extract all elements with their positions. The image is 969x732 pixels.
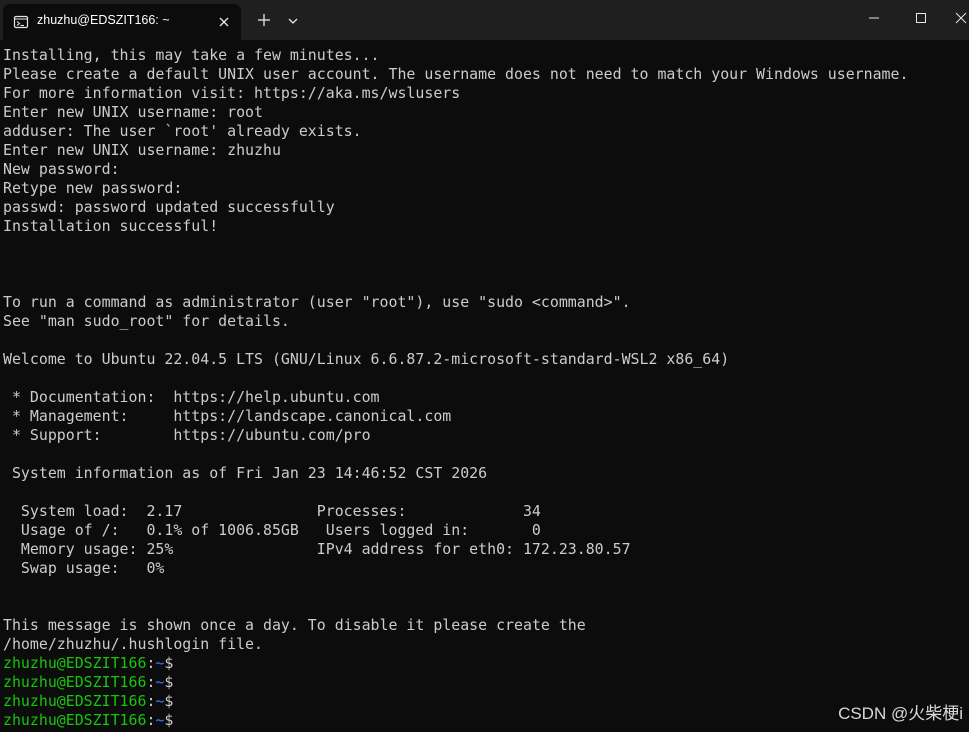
terminal-line: Swap usage: 0% [3, 559, 165, 577]
terminal-line: * Management: https://landscape.canonica… [3, 407, 452, 425]
prompt-user: zhuzhu@EDSZIT166 [3, 692, 147, 710]
terminal-line: Installing, this may take a few minutes.… [3, 46, 380, 64]
close-icon [955, 12, 967, 24]
terminal-icon [13, 15, 29, 29]
prompt-user: zhuzhu@EDSZIT166 [3, 673, 147, 691]
prompt-user: zhuzhu@EDSZIT166 [3, 711, 147, 729]
terminal-line: System load: 2.17 Processes: 34 [3, 502, 541, 520]
prompt-sign: $ [164, 711, 174, 729]
prompt-sign: $ [164, 673, 174, 691]
maximize-button[interactable] [898, 0, 944, 36]
terminal-line: Enter new UNIX username: root [3, 103, 263, 121]
terminal-line: New password: [3, 160, 120, 178]
shell-prompt: zhuzhu@EDSZIT166:~$ [3, 673, 173, 692]
terminal-line: Installation successful! [3, 217, 219, 235]
terminal-line: Please create a default UNIX user accoun… [3, 65, 909, 83]
close-icon[interactable] [216, 14, 232, 30]
terminal-line: Welcome to Ubuntu 22.04.5 LTS (GNU/Linux… [3, 350, 730, 368]
terminal-line: Enter new UNIX username: zhuzhu [3, 141, 281, 159]
shell-prompt: zhuzhu@EDSZIT166:~$ [3, 692, 173, 711]
minimize-icon [869, 17, 879, 19]
minimize-button[interactable] [851, 0, 897, 36]
title-bar: zhuzhu@EDSZIT166: ~ [0, 0, 969, 40]
prompt-sign: $ [164, 692, 174, 710]
terminal-line: passwd: password updated successfully [3, 198, 335, 216]
terminal-line: To run a command as administrator (user … [3, 293, 631, 311]
terminal-line: /home/zhuzhu/.hushlogin file. [3, 635, 263, 653]
maximize-icon [916, 13, 926, 23]
terminal-line: Usage of /: 0.1% of 1006.85GB Users logg… [3, 521, 541, 539]
terminal-line: See "man sudo_root" for details. [3, 312, 290, 330]
terminal-line: For more information visit: https://aka.… [3, 84, 461, 102]
terminal-window: zhuzhu@EDSZIT166: ~ Installing, this may… [0, 0, 969, 732]
tab-title: zhuzhu@EDSZIT166: ~ [37, 13, 170, 27]
tab-active[interactable]: zhuzhu@EDSZIT166: ~ [3, 4, 241, 40]
terminal-line: Memory usage: 25% IPv4 address for eth0:… [3, 540, 631, 558]
shell-prompt[interactable]: zhuzhu@EDSZIT166:~$ [3, 711, 173, 730]
shell-prompt: zhuzhu@EDSZIT166:~$ [3, 654, 173, 673]
prompt-sign: $ [164, 654, 174, 672]
terminal-line: System information as of Fri Jan 23 14:4… [3, 464, 488, 482]
close-window-button[interactable] [945, 0, 969, 36]
prompt-user: zhuzhu@EDSZIT166 [3, 654, 147, 672]
terminal-line: * Support: https://ubuntu.com/pro [3, 426, 371, 444]
plus-icon[interactable] [256, 12, 272, 28]
watermark: CSDN @火柴梗i [838, 704, 963, 723]
terminal-line: * Documentation: https://help.ubuntu.com [3, 388, 380, 406]
terminal-line: This message is shown once a day. To dis… [3, 616, 586, 634]
terminal-line: Retype new password: [3, 179, 183, 197]
terminal-output[interactable]: Installing, this may take a few minutes.… [0, 40, 969, 732]
chevron-down-icon[interactable] [286, 14, 300, 28]
terminal-line: adduser: The user `root' already exists. [3, 122, 362, 140]
